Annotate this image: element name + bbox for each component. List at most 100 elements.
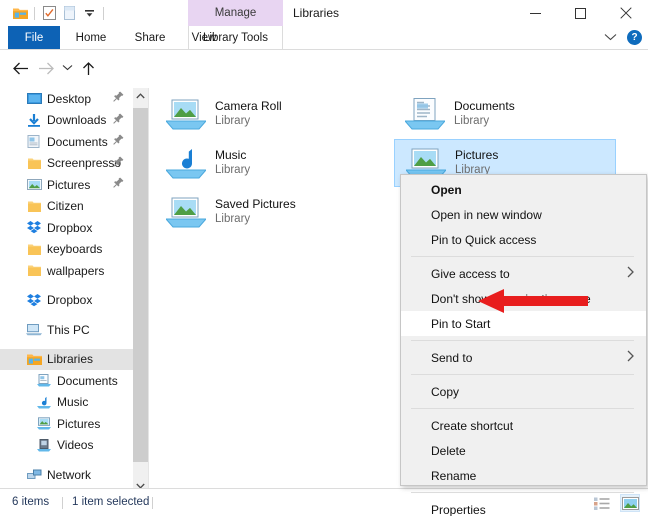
- scroll-up-icon[interactable]: [133, 88, 148, 104]
- list-item-subtitle: Library: [215, 115, 251, 127]
- sidebar-item-network[interactable]: Network: [0, 464, 133, 486]
- back-arrow-icon[interactable]: [8, 56, 32, 80]
- menu-item-rename[interactable]: Rename: [401, 463, 646, 488]
- menu-item-copy[interactable]: Copy: [401, 379, 646, 404]
- menu-item-create-shortcut[interactable]: Create shortcut: [401, 413, 646, 438]
- list-item[interactable]: Documents Library: [394, 90, 616, 138]
- menu-item-delete[interactable]: Delete: [401, 438, 646, 463]
- sidebar-item-dropbox[interactable]: Dropbox: [0, 290, 133, 312]
- menu-item-open[interactable]: Open: [401, 177, 646, 202]
- chevron-down-icon[interactable]: [604, 31, 617, 45]
- menu-item-label: Open: [431, 182, 462, 197]
- customize-qat-icon[interactable]: [79, 4, 99, 22]
- selection-label: 1 item selected: [72, 496, 150, 508]
- sidebar-item-pictures[interactable]: Pictures: [0, 413, 133, 435]
- sidebar-item-label: keyboards: [47, 242, 103, 257]
- list-item-name: Pictures: [455, 148, 499, 162]
- sidebar-item-keyboards[interactable]: keyboards: [0, 239, 133, 261]
- list-item[interactable]: Saved Pictures Library: [155, 188, 377, 236]
- folder-icon: [25, 155, 43, 171]
- recent-locations-icon[interactable]: [58, 56, 76, 80]
- sidebar-item-wallpapers[interactable]: wallpapers: [0, 260, 133, 282]
- menu-item-give-access-to[interactable]: Give access to: [401, 261, 646, 286]
- list-item[interactable]: Camera Roll Library: [155, 90, 377, 138]
- list-item[interactable]: Music Library: [155, 139, 377, 187]
- sidebar-item-label: Pictures: [57, 416, 101, 431]
- desktop-icon: [25, 91, 43, 107]
- folder-icon: [25, 198, 43, 214]
- list-item-name: Music: [215, 148, 247, 162]
- status-divider-2: [152, 497, 153, 509]
- navigation-pane[interactable]: Desktop Downloads Documents Screenpresso Pic…: [0, 88, 133, 488]
- list-item-name: Saved Pictures: [215, 197, 296, 211]
- maximize-button[interactable]: [558, 0, 603, 26]
- close-button[interactable]: [603, 0, 648, 26]
- navigation-scrollbar[interactable]: [133, 88, 148, 494]
- menu-item-properties[interactable]: Properties: [401, 497, 646, 516]
- documents-icon: [25, 134, 43, 150]
- forward-arrow-icon: [34, 56, 58, 80]
- properties-icon[interactable]: [39, 4, 59, 22]
- thispc-icon: [25, 322, 43, 338]
- menu-separator: [411, 256, 634, 257]
- pin-icon[interactable]: [113, 113, 124, 127]
- sidebar-item-downloads[interactable]: Downloads: [0, 110, 133, 132]
- list-item-subtitle: Library: [215, 213, 251, 225]
- tab-home[interactable]: Home: [64, 26, 118, 49]
- pin-icon[interactable]: [113, 156, 124, 170]
- sidebar-item-screenpresso[interactable]: Screenpresso: [0, 153, 133, 175]
- chevron-right-icon: [627, 350, 634, 365]
- menu-item-pin-to-quick-access[interactable]: Pin to Quick access: [401, 227, 646, 252]
- sidebar-item-desktop[interactable]: Desktop: [0, 88, 133, 110]
- tab-share[interactable]: Share: [124, 26, 176, 49]
- sidebar-item-label: Desktop: [47, 91, 92, 106]
- ribbon-right-controls: ?: [604, 26, 642, 49]
- up-arrow-icon[interactable]: [76, 56, 100, 80]
- folder-icon: [25, 263, 43, 279]
- minimize-button[interactable]: [513, 0, 558, 26]
- sidebar-item-label: Downloads: [47, 113, 107, 128]
- sidebar-item-documents[interactable]: Documents: [0, 370, 133, 392]
- music-library-icon: [163, 141, 209, 185]
- documents-library-icon: [402, 92, 448, 136]
- pin-icon[interactable]: [113, 177, 124, 191]
- sidebar-item-citizen[interactable]: Citizen: [0, 196, 133, 218]
- nav-group-spacer: [0, 282, 133, 290]
- chevron-right-icon: [627, 266, 634, 281]
- libraries-icon: [25, 351, 43, 367]
- menu-item-label: Pin to Quick access: [431, 232, 537, 247]
- context-menu[interactable]: Open Open in new window Pin to Quick acces…: [400, 174, 647, 516]
- explorer-icon[interactable]: [10, 4, 30, 22]
- sidebar-item-label: This PC: [47, 322, 90, 337]
- downloads-icon: [25, 112, 43, 128]
- menu-item-send-to[interactable]: Send to: [401, 345, 646, 370]
- sidebar-item-documents[interactable]: Documents: [0, 131, 133, 153]
- menu-item-label: Delete: [431, 443, 466, 458]
- sidebar-item-videos[interactable]: Videos: [0, 435, 133, 457]
- sidebar-item-label: Network: [47, 467, 92, 482]
- sidebar-item-dropbox[interactable]: Dropbox: [0, 217, 133, 239]
- tab-file[interactable]: File: [8, 26, 60, 49]
- title-bar: Manage Libraries: [0, 0, 648, 26]
- toolbar-divider-2: [103, 6, 104, 20]
- new-folder-icon[interactable]: [59, 4, 79, 22]
- lib-music-icon: [35, 394, 53, 410]
- nav-group-spacer: [0, 341, 133, 349]
- menu-item-open-in-new-window[interactable]: Open in new window: [401, 202, 646, 227]
- menu-item-label: Properties: [431, 502, 486, 516]
- nav-group-spacer: [0, 456, 133, 464]
- scrollbar-thumb[interactable]: [133, 108, 148, 462]
- pin-icon[interactable]: [113, 134, 124, 148]
- quick-access-toolbar: [10, 4, 108, 22]
- sidebar-item-libraries[interactable]: Libraries: [0, 348, 133, 370]
- sidebar-item-music[interactable]: Music: [0, 392, 133, 414]
- address-bar-row: › Libraries › Search Libraries: [0, 50, 648, 130]
- menu-item-label: Give access to: [431, 266, 510, 281]
- sidebar-item-pictures[interactable]: Pictures: [0, 174, 133, 196]
- menu-item-pin-to-start[interactable]: Pin to Start: [401, 311, 646, 336]
- sidebar-item-label: Documents: [47, 134, 108, 149]
- help-icon[interactable]: ?: [627, 30, 642, 45]
- tab-library-tools[interactable]: Library Tools: [188, 26, 283, 49]
- sidebar-item-this-pc[interactable]: This PC: [0, 319, 133, 341]
- pin-icon[interactable]: [113, 91, 124, 105]
